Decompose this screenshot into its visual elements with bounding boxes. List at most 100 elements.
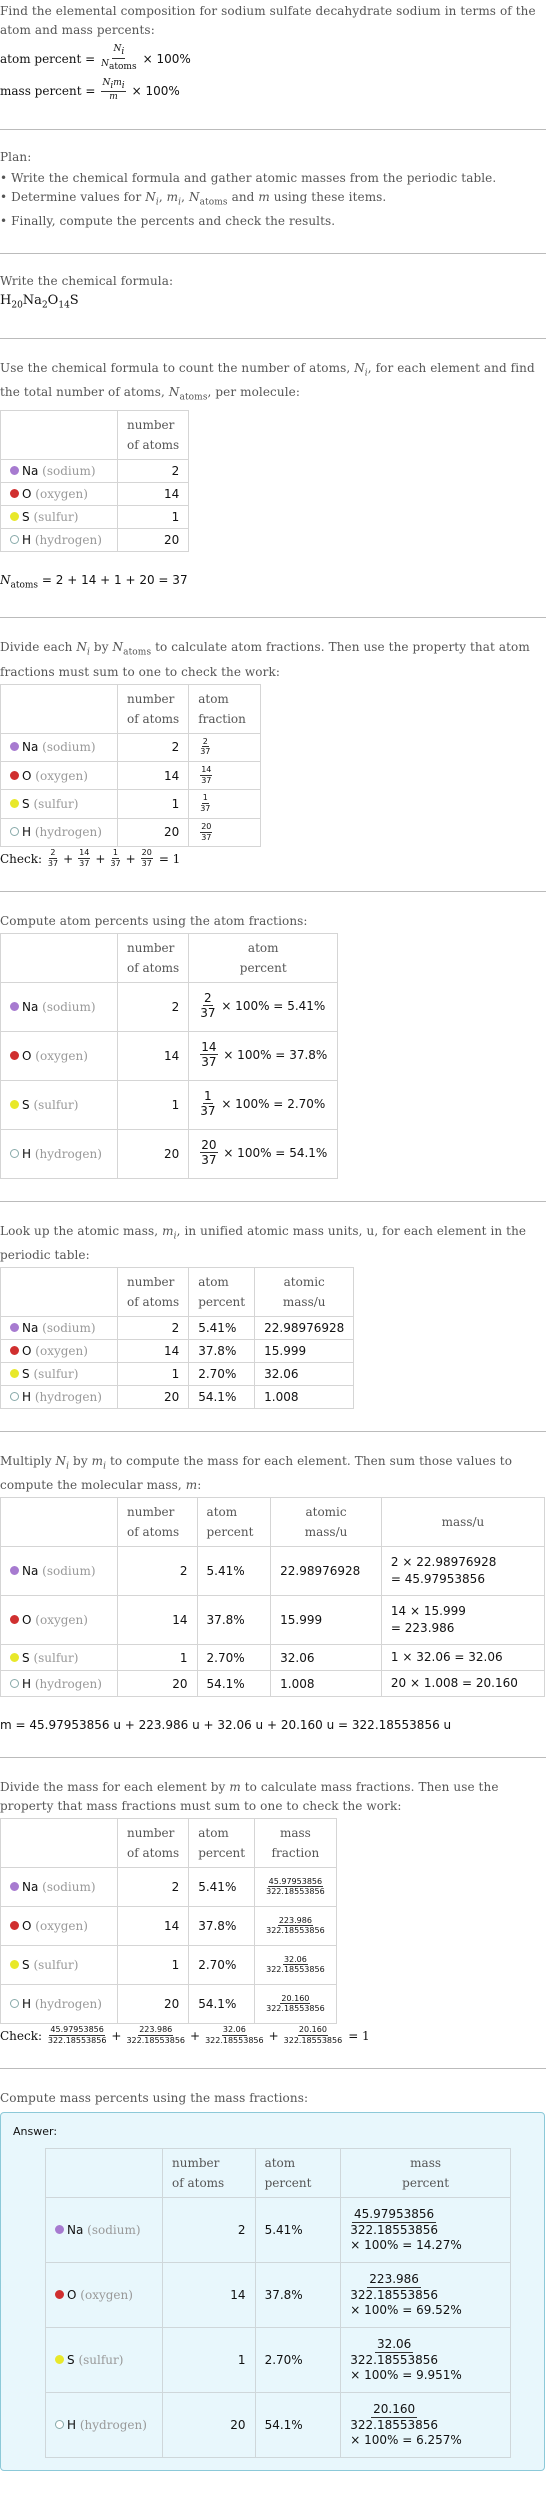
table-row: H (hydrogen) 20 54.1% 1.008 [0,1384,355,1409]
element-cell: S (sulfur) [0,789,118,819]
element-color-dot-icon [10,1001,19,1011]
fraction-numerator: 20 [200,821,213,833]
atom-count: 1 [116,1361,190,1386]
element-cell: S (sulfur) [0,1361,118,1386]
mass-percent-line: × 100% = 69.52% [350,2302,462,2317]
answer-box: Answer: number of atoms atom percent mass per… [0,2111,545,2471]
element-cell: H (hydrogen) [0,817,118,848]
fraction-numerator: 1 [111,848,120,859]
fraction-denominator: 322.18553856 [350,2417,439,2432]
fraction-denominator: 37 [141,858,152,868]
fraction: 45.97953856 322.18553856 [266,1876,325,1897]
mass-percent-value: 9.951% [416,2367,462,2382]
fraction-denominator: 37 [200,804,211,814]
element-color-dot-icon [10,1099,19,1109]
atom-percent: 2.70% [188,1945,256,1986]
element-symbol: O [22,486,32,501]
fraction-denominator: 37 [201,775,212,785]
element-color-dot-icon [10,1050,19,1060]
mass-percent-formula: mass percent = Nimi m × 100% [0,77,180,103]
atom-percent-section: Compute atom percents using the atom fra… [0,892,546,1179]
intro-section: Find the elemental composition for sodiu… [0,0,546,107]
atomic-mass: 1.008 [270,1670,382,1698]
fraction: 223.986 322.18553856 [126,2025,185,2045]
atom-count: 1 [116,504,190,529]
element-color-dot-icon [55,2419,64,2429]
atom-count: 1 [162,2326,256,2393]
element-cell: H (hydrogen) [0,1670,118,1698]
element-symbol: H [22,1676,32,1691]
atom-count: 2 [116,458,190,483]
atom-percent: 54.1% [196,1670,272,1698]
atomic-mass: 32.06 [270,1644,382,1672]
mass-percent: 20.160 322.18553856 × 100% = 6.257% [340,2391,511,2458]
atom-percent-formula: atom percent = Ni Natoms × 100% [0,44,191,72]
element-name: (sodium) [42,999,96,1014]
table-row: S (sulfur) 1 1 37 [0,789,262,819]
plan-section: Plan: • Write the chemical formula and g… [0,130,546,231]
element-name: (hydrogen) [34,1389,102,1404]
answer-label: Answer: [13,2124,58,2138]
atomic-mass: 32.06 [254,1361,355,1386]
element-symbol: O [22,768,32,783]
atom-count: 2 [116,1867,190,1908]
mass-percent: 32.06 322.18553856 × 100% = 9.951% [340,2326,511,2393]
table-row: S (sulfur) 1 [0,504,190,529]
atom-percent-value: 54.1% [289,1145,328,1160]
chemical-formula: H20Na2O14S [0,291,546,316]
table-row: O (oxygen) 14 37.8% 223.986 322.18553856 × 10… [45,2261,511,2328]
element-color-dot-icon [10,511,19,521]
element-cell: O (oxygen) [0,1338,118,1363]
element-symbol: H [22,825,32,840]
fraction-denominator: 37 [47,858,59,868]
fraction: 14 37 [78,848,91,868]
fraction-numerator: 1 [203,1089,213,1105]
fraction: 32.06 322.18553856 [205,2025,264,2046]
element-name: (sulfur) [33,509,79,524]
fraction-prompt: Divide each Ni by Natoms to calculate at… [0,640,530,679]
element-name: (hydrogen) [34,1997,102,2012]
element-name: (sodium) [42,740,96,755]
fraction-denominator: 322.18553856 [205,2036,264,2046]
fraction-numerator: 32.06 [374,2336,414,2353]
atomic-mass: 15.999 [270,1595,382,1646]
element-mass: 20 × 1.008 = 20.160 [380,1670,546,1698]
table-row: S (sulfur) 1 2.70% 32.06 322.18553856 [0,1945,337,1986]
fraction: 20 37 [200,1139,218,1168]
fraction-numerator: 45.97953856 [267,1876,324,1888]
fraction-numerator: 32.06 [221,2025,247,2037]
atom-count: 1 [117,1644,198,1672]
atom-percent: 5.41% [188,1315,256,1340]
table-row: H (hydrogen) 20 54.1% 1.008 20 × 1.008 = 20.… [0,1670,546,1698]
atom-percent: 37.8% [254,2261,342,2328]
atom-percent-prompt: Compute atom percents using the atom fra… [0,913,308,928]
mass-percent-prompt: Compute mass percents using the mass fra… [0,2090,309,2105]
plan-item: • Determine values for Ni, mi, Natoms an… [0,190,387,208]
table-row: Na (sodium) 2 5.41% 22.98976928 [0,1315,355,1340]
fraction: 1 37 [110,848,120,868]
element-color-dot-icon [55,2354,64,2364]
atom-fraction: 1 37 [188,789,262,819]
mass-percent: 223.986 322.18553856 × 100% = 69.52% [340,2261,511,2328]
atom-count: 20 [116,527,190,552]
element-color-dot-icon [55,2289,64,2299]
element-symbol: S [67,2352,75,2367]
mass-expression: 20 × 1.008 = 20.160 [390,1676,518,1691]
element-name: (hydrogen) [34,825,102,840]
mass-fraction-check: Check: 45.97953856 322.18553856 + 223.986… [0,2025,370,2046]
table-row: S (sulfur) 1 1 37 × 100% = 2.70% [0,1079,339,1130]
table-row: H (hydrogen) 20 [0,527,190,552]
element-name: (sulfur) [33,1650,79,1665]
element-cell: S (sulfur) [0,1079,118,1130]
atom-percent-table: number of atoms atom percent Na (sodium) 2 2 3… [0,932,339,1179]
fraction-numerator: 223.986 [138,2025,174,2037]
element-symbol: S [22,1650,30,1665]
fraction-denominator: 37 [201,1153,217,1168]
atom-percent: 2.70% [254,2326,342,2393]
element-symbol: S [22,1958,30,1973]
count-section: Use the chemical formula to count the nu… [0,339,546,595]
mass-expression: 14 × 15.999 [390,1604,466,1619]
atom-count: 2 [116,1315,190,1340]
atom-percent: 5.41% [254,2196,342,2263]
plus-sign: + [63,851,74,866]
